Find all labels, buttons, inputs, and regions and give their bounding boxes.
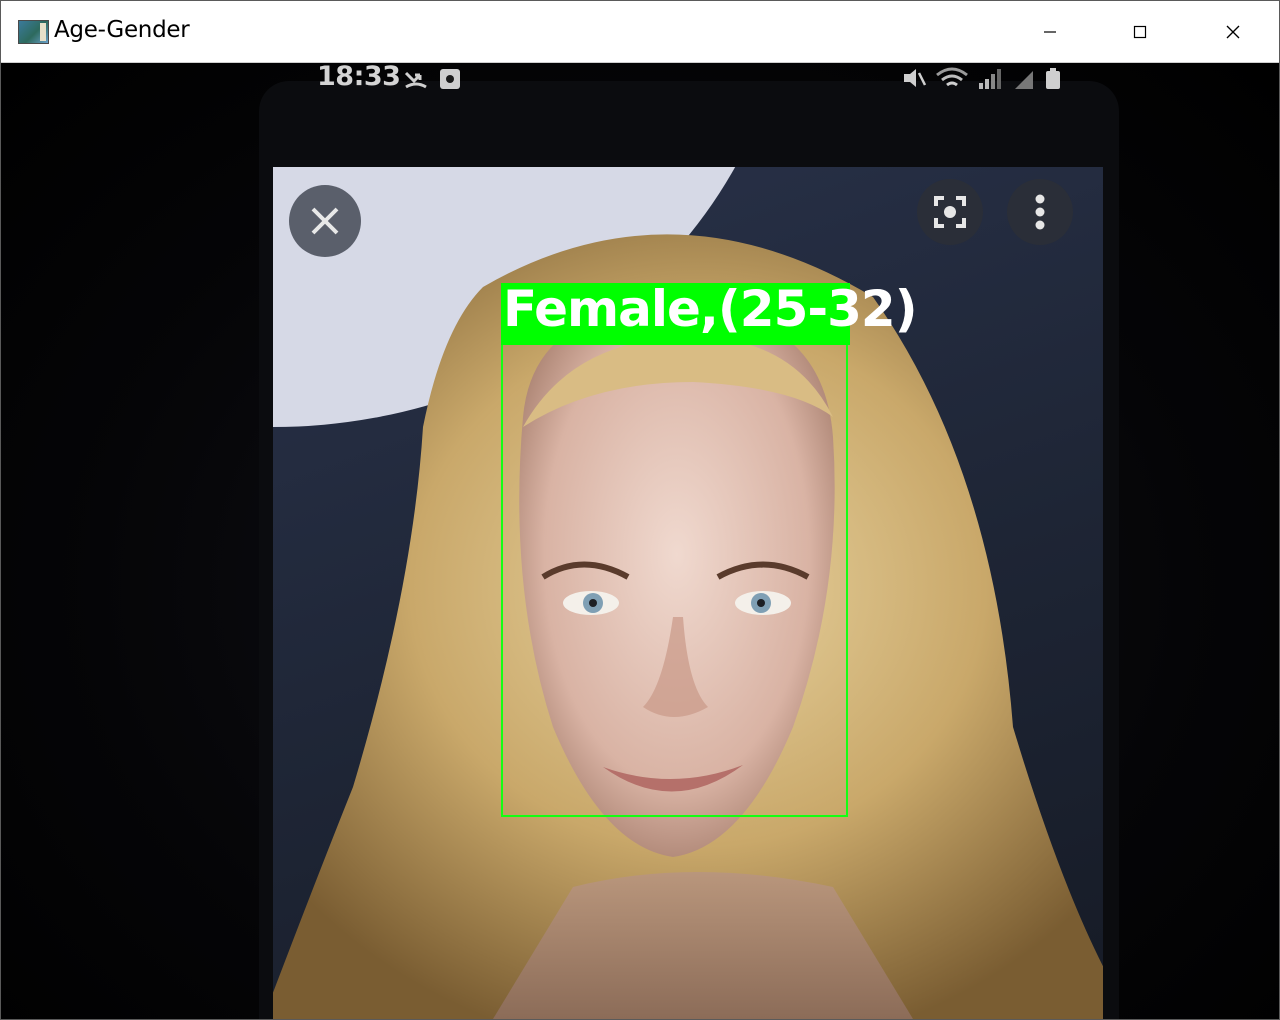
- more-options-button[interactable]: [1007, 179, 1073, 245]
- lens-scan-icon: [934, 196, 966, 228]
- signal-secondary-icon: [1015, 71, 1033, 89]
- minimize-button[interactable]: [1004, 1, 1096, 62]
- wifi-icon: [936, 67, 968, 87]
- title-bar[interactable]: Age-Gender: [1, 1, 1279, 63]
- minimize-icon: [1044, 30, 1056, 33]
- phone-status-time: 18:33: [317, 63, 401, 92]
- maximize-button[interactable]: [1094, 1, 1186, 62]
- app-icon: [18, 20, 49, 44]
- lens-button[interactable]: [917, 179, 983, 245]
- window-title: Age-Gender: [54, 17, 190, 43]
- face-detection-box: [501, 283, 848, 817]
- app-window: Age-Gender 18:33 Female,(25-32): [0, 0, 1280, 1020]
- close-icon: [1226, 25, 1240, 38]
- mute-icon: [904, 69, 927, 87]
- phone-status-icons-right: [901, 65, 1063, 91]
- notification-icon: [440, 69, 460, 89]
- camera-frame: 18:33 Female,(25-32): [1, 63, 1279, 1019]
- battery-icon: [1046, 68, 1060, 89]
- close-button[interactable]: [1187, 1, 1279, 62]
- more-vert-icon: [1035, 194, 1045, 230]
- missed-call-icon: [404, 71, 427, 89]
- detection-label: Female,(25-32): [503, 280, 918, 338]
- close-x-icon: [311, 207, 339, 235]
- viewer-close-button[interactable]: [289, 185, 361, 257]
- signal-icon: [979, 69, 1001, 89]
- phone-status-icons-left: [403, 67, 461, 93]
- maximize-icon: [1133, 25, 1147, 38]
